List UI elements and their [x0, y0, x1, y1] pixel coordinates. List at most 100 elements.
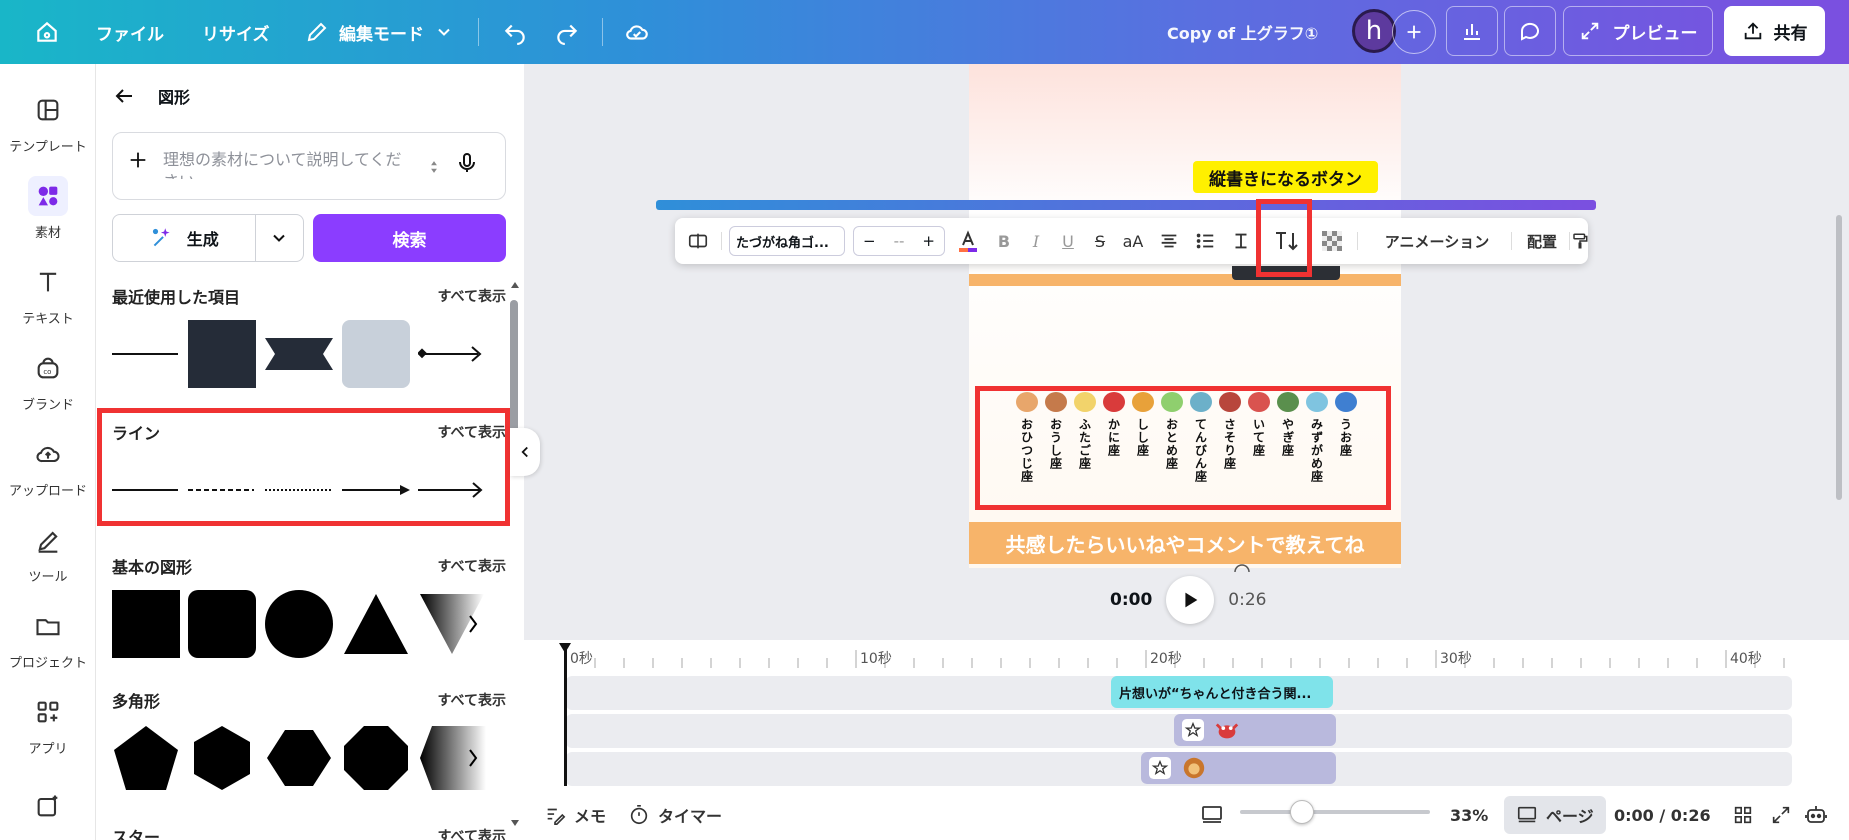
octagon-shape[interactable] — [342, 724, 410, 792]
heptagon-shape[interactable] — [265, 724, 333, 792]
cloud-saved-icon[interactable] — [624, 0, 650, 64]
canvas-scrollbar[interactable] — [1836, 215, 1842, 500]
page-view-button[interactable]: ページ — [1504, 796, 1606, 834]
bottom-banner[interactable]: 共感したらいいねやコメントで教えてね — [969, 522, 1401, 564]
scroll-down-icon[interactable] — [510, 818, 520, 828]
animation-button[interactable]: アニメーション — [1367, 218, 1507, 264]
preview-button[interactable]: プレビュー — [1563, 6, 1713, 56]
see-all-link[interactable]: すべて表示 — [438, 826, 506, 840]
grid-view-icon[interactable] — [1732, 790, 1754, 840]
document-title[interactable]: Copy of 上グラフ① — [1167, 0, 1318, 64]
playhead-marker-icon[interactable] — [558, 642, 572, 654]
animation-icon — [1149, 757, 1171, 779]
undo-icon[interactable] — [502, 0, 528, 64]
fullscreen-icon[interactable] — [1770, 790, 1792, 840]
timer-button[interactable]: タイマー — [628, 790, 722, 840]
panel-scrollbar[interactable] — [510, 300, 518, 440]
square-shape[interactable] — [112, 590, 180, 658]
search-input[interactable]: 理想の素材について説明してください — [112, 132, 506, 200]
crab-clip[interactable] — [1174, 714, 1336, 746]
font-size-value[interactable]: -- — [894, 232, 905, 250]
rail-item-elements[interactable]: 素材 — [0, 176, 96, 241]
collapse-panel-button[interactable] — [510, 428, 540, 476]
zoom-slider-handle[interactable] — [1290, 800, 1314, 824]
timeline-track-lion[interactable] — [566, 752, 1792, 786]
italic-icon[interactable]: I — [1019, 218, 1053, 264]
rounded-square-shape[interactable] — [188, 590, 256, 658]
zoom-percentage[interactable]: 33% — [1450, 790, 1488, 840]
font-selector[interactable]: たづがね角ゴ... — [729, 226, 845, 256]
bold-icon[interactable]: B — [987, 218, 1021, 264]
rail-item-upload[interactable]: アップロード — [0, 434, 96, 499]
recent-arrow-thumb[interactable] — [418, 320, 486, 388]
microphone-icon[interactable] — [455, 149, 479, 177]
see-all-link[interactable]: すべて表示 — [438, 690, 506, 710]
strikethrough-icon[interactable]: S — [1083, 218, 1117, 264]
add-collaborator-button[interactable] — [1392, 10, 1436, 54]
share-button[interactable]: 共有 — [1724, 6, 1825, 56]
see-all-link[interactable]: すべて表示 — [438, 286, 506, 306]
recent-ribbon-thumb[interactable] — [265, 320, 333, 388]
position-button[interactable]: 配置 — [1519, 218, 1565, 264]
spacing-icon[interactable] — [1223, 218, 1259, 264]
magic-media-icon — [28, 786, 68, 826]
insights-button[interactable] — [1446, 6, 1498, 56]
rail-item-text[interactable]: テキスト — [0, 262, 96, 327]
rail-item-projects[interactable]: プロジェクト — [0, 606, 96, 671]
flip-icon[interactable] — [683, 218, 713, 264]
selected-shape-band[interactable] — [656, 200, 1596, 210]
back-arrow-icon[interactable] — [112, 84, 136, 108]
recent-rounded-square-thumb[interactable] — [342, 320, 410, 388]
rail-item-tools[interactable]: ツール — [0, 520, 96, 585]
recent-square-thumb[interactable] — [188, 320, 256, 388]
sort-arrows-icon[interactable] — [427, 149, 441, 185]
timeline-track-text[interactable]: 片想いが“ちゃんと付き合う関... — [566, 676, 1792, 710]
notes-button[interactable]: メモ — [544, 790, 606, 840]
triangle-shape[interactable] — [342, 590, 410, 658]
rail-item-template[interactable]: テンプレート — [0, 90, 96, 155]
lion-clip[interactable] — [1141, 752, 1336, 784]
decagon-shape[interactable] — [418, 724, 486, 792]
font-size-stepper[interactable]: − -- + — [853, 226, 945, 256]
case-button[interactable]: aA — [1115, 218, 1151, 264]
generate-button[interactable]: 生成 — [113, 215, 256, 261]
align-icon[interactable] — [1151, 218, 1187, 264]
rail-item-brand[interactable]: co ブランド — [0, 348, 96, 413]
circle-shape[interactable] — [265, 590, 333, 658]
edit-mode-menu[interactable]: 編集モード — [305, 0, 454, 64]
hexagon-shape[interactable] — [188, 724, 256, 792]
file-menu[interactable]: ファイル — [96, 0, 164, 64]
apps-icon — [28, 692, 68, 732]
rail-item-apps[interactable]: アプリ — [0, 692, 96, 757]
avatar[interactable]: h — [1352, 9, 1396, 53]
redo-icon[interactable] — [554, 0, 580, 64]
transparency-icon[interactable] — [1317, 218, 1347, 264]
zoom-slider[interactable] — [1240, 810, 1430, 814]
pentagon-shape[interactable] — [112, 724, 180, 792]
rail-item-magic[interactable] — [0, 786, 96, 826]
playhead[interactable] — [564, 646, 567, 786]
inverted-triangle-shape[interactable] — [418, 590, 486, 658]
play-button[interactable] — [1166, 576, 1215, 624]
thumbnail-toggle-icon[interactable] — [1200, 790, 1224, 840]
rotate-handle-icon[interactable] — [1233, 562, 1251, 574]
increase-size-button[interactable]: + — [922, 232, 935, 250]
scroll-up-icon[interactable] — [510, 280, 520, 290]
timeline-ruler[interactable]: 0秒 10秒 20秒 30秒 40秒 — [566, 648, 1806, 670]
search-button[interactable]: 検索 — [313, 214, 506, 262]
decrease-size-button[interactable]: − — [863, 232, 876, 250]
paint-format-icon[interactable] — [1571, 218, 1589, 264]
comment-button[interactable] — [1504, 6, 1556, 56]
timeline-track-crab[interactable] — [566, 714, 1792, 748]
text-clip[interactable]: 片想いが“ちゃんと付き合う関... — [1111, 676, 1333, 708]
help-bot-icon[interactable] — [1804, 790, 1828, 840]
see-all-link[interactable]: すべて表示 — [438, 556, 506, 576]
text-color-button[interactable] — [951, 218, 985, 264]
home-icon[interactable] — [34, 0, 60, 64]
underline-icon[interactable]: U — [1051, 218, 1085, 264]
recent-line-thumb[interactable] — [112, 320, 180, 388]
resize-menu[interactable]: リサイズ — [202, 0, 270, 64]
list-icon[interactable] — [1187, 218, 1223, 264]
plus-icon[interactable] — [127, 149, 149, 171]
generate-dropdown[interactable] — [256, 215, 304, 261]
